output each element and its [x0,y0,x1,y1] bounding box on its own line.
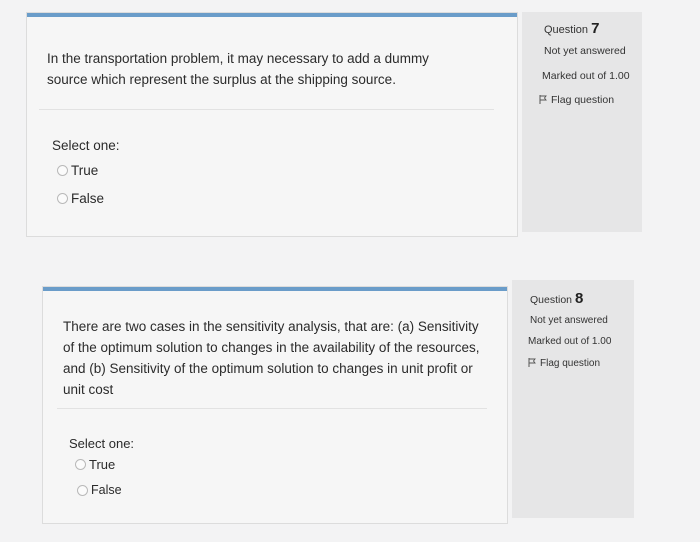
flag-icon [539,95,547,104]
flag-label: Flag question [540,358,601,369]
question-8-option-false[interactable]: False [77,483,122,497]
radio-icon[interactable] [57,165,68,176]
question-8-number-label: Question 8 [530,290,583,307]
radio-icon[interactable] [75,459,86,470]
question-number: 8 [574,290,584,307]
flag-icon [528,358,536,367]
question-8-divider [57,408,487,409]
question-8-content: There are two cases in the sensitivity a… [42,286,508,524]
question-7-marked: Marked out of 1.00 [542,70,630,82]
radio-icon[interactable] [77,484,88,496]
question-8-info-panel: Question 8 Not yet answered Marked out o… [512,280,634,518]
question-7-info-panel: Question 7 Not yet answered Marked out o… [522,12,642,232]
question-8-flag-link[interactable]: Flag question [528,358,600,369]
option-label: True [71,163,99,178]
question-7-option-false[interactable]: False [57,191,104,206]
question-7-accent-bar [27,13,517,17]
question-7-flag-link[interactable]: Flag question [539,94,614,106]
question-7-divider [39,109,494,110]
question-7-text: In the transportation problem, it may ne… [47,51,429,87]
question-number: 7 [591,20,600,37]
question-8-marked: Marked out of 1.00 [528,336,612,347]
question-8-accent-bar [43,287,507,291]
question-7-number-label: Question 7 [544,20,599,37]
question-7-select-label: Select one: [52,138,120,153]
option-label: True [89,457,116,472]
question-7-content: In the transportation problem, it may ne… [26,12,518,237]
question-8-select-label: Select one: [69,436,135,451]
question-7-option-true[interactable]: True [57,163,98,178]
flag-label: Flag question [551,94,615,106]
question-label: Question [530,294,575,306]
question-8-text: There are two cases in the sensitivity a… [63,319,480,397]
question-7-status: Not yet answered [544,45,626,57]
option-label: False [71,191,105,206]
option-label: False [91,483,122,497]
question-label: Question [544,24,592,36]
radio-icon[interactable] [57,193,68,204]
question-8-status: Not yet answered [530,315,608,326]
question-8-option-true[interactable]: True [75,457,115,472]
